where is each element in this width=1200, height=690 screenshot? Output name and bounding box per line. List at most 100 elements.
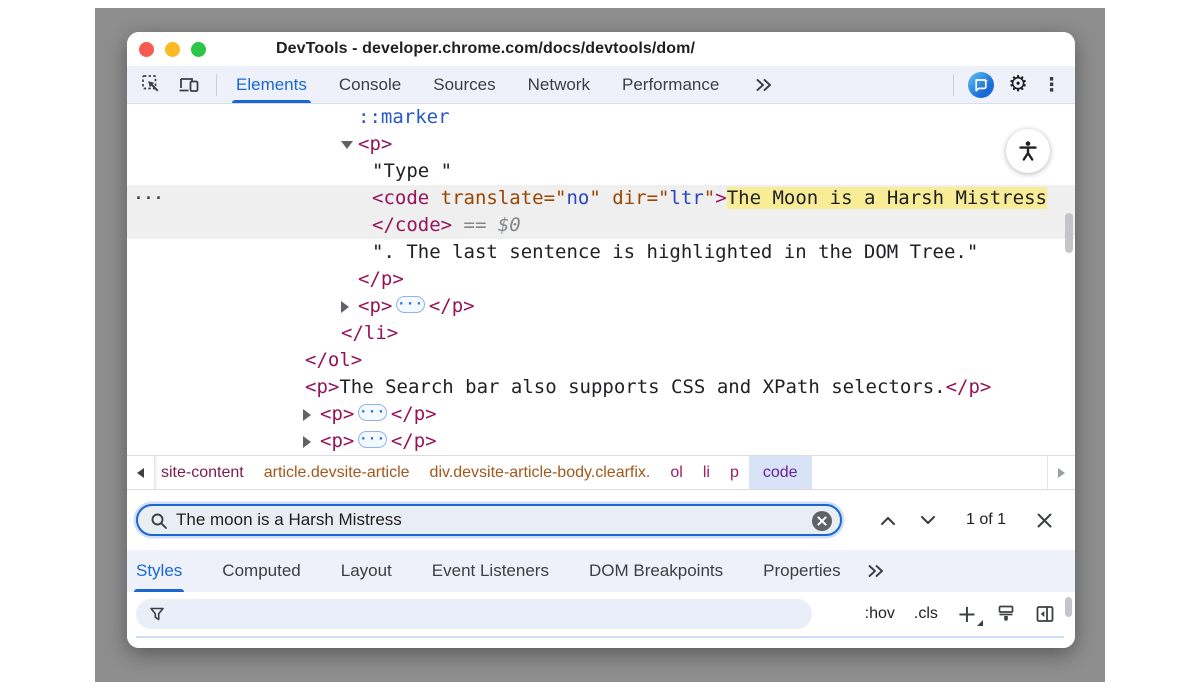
toggle-element-state-button[interactable]: :hov [865,605,895,623]
dom-node-segment: " [704,187,715,209]
breadcrumb-next-button[interactable] [1047,456,1075,489]
minimize-window-button[interactable] [165,42,180,57]
disclosure-right-icon[interactable] [303,409,311,421]
dom-node-segment: <p> [320,430,354,452]
search-field[interactable] [136,504,842,536]
chevron-left-icon [137,468,144,478]
disclosure-right-icon[interactable] [303,436,311,448]
element-classes-button[interactable]: .cls [914,605,938,623]
dom-tree-row[interactable]: </li> [127,320,1075,347]
tab-performance[interactable]: Performance [620,66,721,103]
breadcrumb-item-article-devsite-article[interactable]: article.devsite-article [254,456,420,489]
dom-node-segment: == [452,214,498,236]
disclosure-right-icon[interactable] [341,301,349,313]
dom-node-segment: <p> [358,133,392,155]
breadcrumb-item-site-content[interactable]: site-content [151,456,254,489]
dom-node-segment: "Type " [372,160,452,182]
dom-node-segment: </p> [429,295,475,317]
search-input[interactable] [176,510,800,530]
row-actions-icon[interactable]: ··· [134,185,164,212]
styles-filter-input[interactable] [176,606,780,623]
dom-tree-row[interactable]: <p>···</p> [127,401,1075,428]
dom-node-segment: " [589,187,600,209]
pane-divider [136,636,1064,638]
toggle-sidebar-icon[interactable] [1035,604,1055,624]
dom-node-segment: </li> [341,322,398,344]
dom-tree-row[interactable]: </p> [127,266,1075,293]
sidebar-tab-event-listeners[interactable]: Event Listeners [432,550,549,592]
sidebar-tab-dom-breakpoints[interactable]: DOM Breakpoints [589,550,723,592]
dom-tree-row[interactable]: ". The last sentence is highlighted in t… [127,239,1075,266]
breadcrumb-item-div-devsite-article-body-clearfix-[interactable]: div.devsite-article-body.clearfix. [420,456,661,489]
expand-ellipsis-button[interactable]: ··· [358,404,386,421]
dom-node-segment: dir=" [601,187,670,209]
search-controls: 1 of 1 [868,504,1064,536]
dom-tree-scrollbar[interactable] [1065,213,1073,253]
device-toolbar-icon[interactable] [178,74,200,96]
settings-gear-icon[interactable]: ⚙ [1008,74,1028,96]
dom-node-segment: > [715,187,726,209]
dom-tree-row[interactable]: ···<code translate="no" dir="ltr">The Mo… [127,185,1075,212]
dom-node-segment: ltr [669,187,703,209]
devtools-window: DevTools - developer.chrome.com/docs/dev… [127,32,1075,648]
expand-ellipsis-button[interactable]: ··· [358,431,386,448]
sidebar-tab-computed[interactable]: Computed [222,550,300,592]
accessibility-button[interactable] [1006,129,1050,173]
more-options-icon[interactable]: ⋮ [1042,74,1061,96]
tab-console[interactable]: Console [337,66,403,103]
search-icon [150,512,169,531]
paint-brush-icon[interactable] [996,604,1016,624]
zoom-window-button[interactable] [191,42,206,57]
ai-assistant-icon[interactable] [968,72,994,98]
tab-sources[interactable]: Sources [431,66,497,103]
window-title: DevTools - developer.chrome.com/docs/dev… [276,40,695,58]
clear-search-icon[interactable] [811,510,833,532]
dom-node-segment: ::marker [358,106,450,128]
dom-tree-row[interactable]: "Type " [127,158,1075,185]
sidebar-tabs: Styles Computed Layout Event Listeners DOM B… [136,550,881,592]
panel-tab-bar: Elements Console Sources Network Performance… [127,66,1075,104]
toolbar-divider [216,74,217,96]
close-window-button[interactable] [139,42,154,57]
disclosure-down-icon[interactable] [341,141,353,149]
dom-tree-row[interactable]: ::marker [127,104,1075,131]
styles-toolbar-buttons: :hov .cls + [865,604,1055,624]
dom-tree-row[interactable]: <p>··· </p> [127,293,1075,320]
previous-match-button[interactable] [868,504,908,536]
dom-node-segment: </ol> [305,349,362,371]
dom-node-segment: <p> [320,403,354,425]
inspect-element-icon[interactable] [140,74,162,96]
dom-node-segment: <p> [358,295,392,317]
bottom-strip [127,636,1075,648]
dom-tree-row[interactable]: <p>···</p> [127,428,1075,455]
more-tabs-icon[interactable] [755,78,772,92]
sidebar-tab-styles[interactable]: Styles [136,550,182,592]
dom-tree-row[interactable]: </ol> [127,347,1075,374]
screenshot-backdrop: DevTools - developer.chrome.com/docs/dev… [95,8,1105,682]
breadcrumb-item-li[interactable]: li [693,456,720,489]
tab-elements[interactable]: Elements [234,66,309,103]
tab-network[interactable]: Network [526,66,592,103]
sidebar-tab-layout[interactable]: Layout [341,550,392,592]
sidebar-tab-bar: Styles Computed Layout Event Listeners DOM B… [127,550,1075,592]
dom-tree-row[interactable]: <p> [127,131,1075,158]
dom-node-segment: </p> [946,376,992,398]
dom-node-segment: translate=" [429,187,566,209]
styles-pane-scrollbar[interactable] [1065,597,1072,617]
match-count: 1 of 1 [966,511,1006,529]
dom-node-segment: no [566,187,589,209]
panel-tabs: Elements Console Sources Network Performance [234,66,749,103]
sidebar-tab-properties[interactable]: Properties [763,550,840,592]
styles-filter-field[interactable] [136,599,812,629]
close-search-button[interactable] [1024,504,1064,536]
breadcrumb-item-p[interactable]: p [720,456,749,489]
dom-node-segment: <p> [305,376,339,398]
dom-tree-row[interactable]: </code> == $0 [127,212,1075,239]
expand-ellipsis-button[interactable]: ··· [396,296,424,313]
breadcrumb-item-code[interactable]: code [749,456,812,489]
next-match-button[interactable] [908,504,948,536]
more-sidebar-tabs-icon[interactable] [867,550,884,592]
new-style-rule-button[interactable]: + [957,604,977,624]
dom-tree-row[interactable]: <p>The Search bar also supports CSS and … [127,374,1075,401]
breadcrumb-item-ol[interactable]: ol [660,456,692,489]
